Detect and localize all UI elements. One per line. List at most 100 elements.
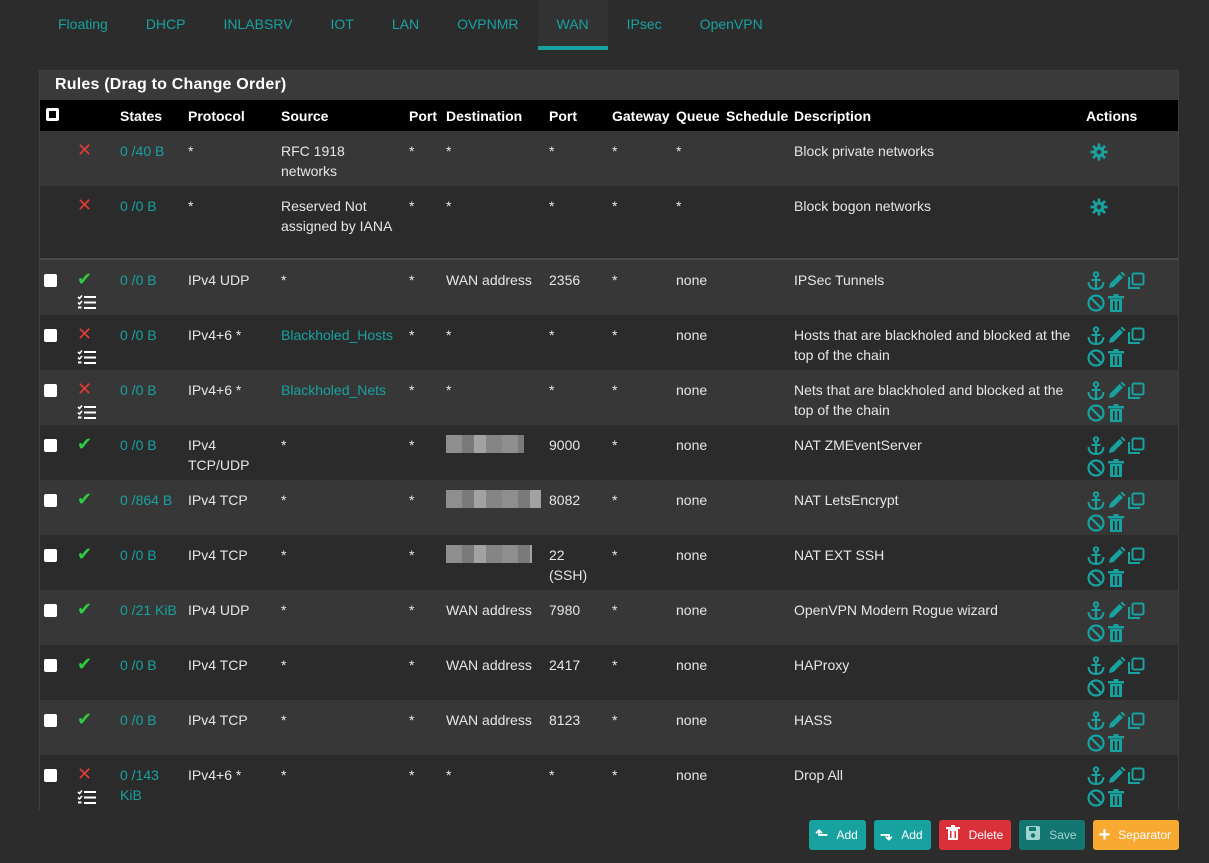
anchor-icon[interactable] <box>1086 711 1106 731</box>
table-row[interactable]: ✕ 0 /0 B * Reserved Not assigned by IANA * * *… <box>40 186 1178 260</box>
anchor-icon[interactable] <box>1086 491 1106 511</box>
table-row[interactable]: ✔ 0 /0 B IPv4 TCP * * 22 (SSH) * none NAT EXT SS… <box>40 535 1178 590</box>
tab-floating[interactable]: Floating <box>39 0 127 50</box>
copy-icon[interactable] <box>1126 271 1146 291</box>
copy-icon[interactable] <box>1126 601 1146 621</box>
disable-icon[interactable] <box>1086 733 1106 753</box>
table-row[interactable]: ✔ 0 /0 B IPv4 UDP * * WAN address 2356 * none IPS… <box>40 259 1178 315</box>
gear-icon[interactable] <box>1090 198 1108 216</box>
table-row[interactable]: ✕ 0 /143 KiB IPv4+6 * * * * * * none Drop All <box>40 755 1178 810</box>
rule-states[interactable]: 0 /0 B <box>120 272 157 288</box>
delete-icon[interactable] <box>1106 623 1126 643</box>
rule-states[interactable]: 0 /0 B <box>120 437 157 453</box>
edit-icon[interactable] <box>1106 491 1126 511</box>
delete-icon[interactable] <box>1106 733 1126 753</box>
rule-select-checkbox[interactable] <box>44 274 57 287</box>
anchor-icon[interactable] <box>1086 601 1106 621</box>
rule-source[interactable]: Blackholed_Hosts <box>281 327 393 343</box>
copy-icon[interactable] <box>1126 326 1146 346</box>
copy-icon[interactable] <box>1126 546 1146 566</box>
table-row[interactable]: ✔ 0 /0 B IPv4 TCP/UDP * * 9000 * none NAT ZMEven… <box>40 425 1178 480</box>
edit-icon[interactable] <box>1106 766 1126 786</box>
delete-icon[interactable] <box>1106 403 1126 423</box>
rule-select-checkbox[interactable] <box>44 329 57 342</box>
edit-icon[interactable] <box>1106 381 1126 401</box>
rule-states[interactable]: 0 /0 B <box>120 327 157 343</box>
add-bottom-button[interactable]: ⬎ Add <box>873 820 931 850</box>
delete-icon[interactable] <box>1106 293 1126 313</box>
edit-icon[interactable] <box>1106 436 1126 456</box>
delete-icon[interactable] <box>1106 348 1126 368</box>
table-row[interactable]: ✕ 0 /0 B IPv4+6 * Blackholed_Nets * * * * none Ne… <box>40 370 1178 425</box>
tab-lan[interactable]: LAN <box>373 0 438 50</box>
tab-inlabsrv[interactable]: INLABSRV <box>204 0 311 50</box>
table-row[interactable]: ✕ 0 /0 B IPv4+6 * Blackholed_Hosts * * * * none H… <box>40 315 1178 370</box>
table-row[interactable]: ✔ 0 /0 B IPv4 TCP * * WAN address 8123 * none HAS… <box>40 700 1178 755</box>
delete-icon[interactable] <box>1106 788 1126 808</box>
rule-select-checkbox[interactable] <box>44 604 57 617</box>
disable-icon[interactable] <box>1086 348 1106 368</box>
anchor-icon[interactable] <box>1086 766 1106 786</box>
tab-dhcp[interactable]: DHCP <box>127 0 205 50</box>
anchor-icon[interactable] <box>1086 271 1106 291</box>
anchor-icon[interactable] <box>1086 436 1106 456</box>
edit-icon[interactable] <box>1106 656 1126 676</box>
copy-icon[interactable] <box>1126 766 1146 786</box>
delete-button[interactable]: Delete <box>938 820 1012 850</box>
rule-select-checkbox[interactable] <box>44 439 57 452</box>
rule-states[interactable]: 0 /864 B <box>120 492 172 508</box>
rule-states[interactable]: 0 /0 B <box>120 657 157 673</box>
rule-states[interactable]: 0 /0 B <box>120 382 157 398</box>
rule-states[interactable]: 0 /0 B <box>120 547 157 563</box>
table-row[interactable]: ✕ 0 /40 B * RFC 1918 networks * * * * * Block pri… <box>40 131 1178 186</box>
copy-icon[interactable] <box>1126 381 1146 401</box>
table-row[interactable]: ✔ 0 /0 B IPv4 TCP * * WAN address 2417 * none HAP… <box>40 645 1178 700</box>
tab-iot[interactable]: IOT <box>311 0 372 50</box>
disable-icon[interactable] <box>1086 403 1106 423</box>
disable-icon[interactable] <box>1086 293 1106 313</box>
disable-icon[interactable] <box>1086 458 1106 478</box>
add-separator-button[interactable]: + Separator <box>1092 820 1179 850</box>
disable-icon[interactable] <box>1086 678 1106 698</box>
anchor-icon[interactable] <box>1086 546 1106 566</box>
rule-states[interactable]: 0 /21 KiB <box>120 602 177 618</box>
copy-icon[interactable] <box>1126 711 1146 731</box>
delete-icon[interactable] <box>1106 678 1126 698</box>
rule-states[interactable]: 0 /0 B <box>120 712 157 728</box>
edit-icon[interactable] <box>1106 546 1126 566</box>
add-top-button[interactable]: ⬑ Add <box>809 820 866 850</box>
save-button[interactable]: Save <box>1019 820 1085 850</box>
rule-select-checkbox[interactable] <box>44 769 57 782</box>
tab-ipsec[interactable]: IPsec <box>608 0 681 50</box>
copy-icon[interactable] <box>1126 656 1146 676</box>
edit-icon[interactable] <box>1106 326 1126 346</box>
tab-ovpnmr[interactable]: OVPNMR <box>438 0 537 50</box>
tab-wan[interactable]: WAN <box>537 0 608 50</box>
disable-icon[interactable] <box>1086 568 1106 588</box>
rule-states[interactable]: 0 /143 KiB <box>120 767 159 803</box>
edit-icon[interactable] <box>1106 271 1126 291</box>
anchor-icon[interactable] <box>1086 381 1106 401</box>
gear-icon[interactable] <box>1090 143 1108 161</box>
tab-openvpn[interactable]: OpenVPN <box>681 0 782 50</box>
anchor-icon[interactable] <box>1086 326 1106 346</box>
edit-icon[interactable] <box>1106 601 1126 621</box>
rule-select-checkbox[interactable] <box>44 384 57 397</box>
rule-source[interactable]: Blackholed_Nets <box>281 382 386 398</box>
rule-select-checkbox[interactable] <box>44 549 57 562</box>
table-row[interactable]: ✔ 0 /864 B IPv4 TCP * * 8082 * none NAT LetsEncr… <box>40 480 1178 535</box>
disable-icon[interactable] <box>1086 788 1106 808</box>
rule-select-checkbox[interactable] <box>44 494 57 507</box>
disable-icon[interactable] <box>1086 623 1106 643</box>
copy-icon[interactable] <box>1126 491 1146 511</box>
rule-states[interactable]: 0 /40 B <box>120 143 164 159</box>
delete-icon[interactable] <box>1106 458 1126 478</box>
rule-select-checkbox[interactable] <box>44 714 57 727</box>
table-row[interactable]: ✔ 0 /21 KiB IPv4 UDP * * WAN address 7980 * none… <box>40 590 1178 645</box>
disable-icon[interactable] <box>1086 513 1106 533</box>
rule-select-checkbox[interactable] <box>44 659 57 672</box>
select-all-checkbox[interactable] <box>46 107 59 121</box>
anchor-icon[interactable] <box>1086 656 1106 676</box>
rule-states[interactable]: 0 /0 B <box>120 198 157 214</box>
delete-icon[interactable] <box>1106 513 1126 533</box>
